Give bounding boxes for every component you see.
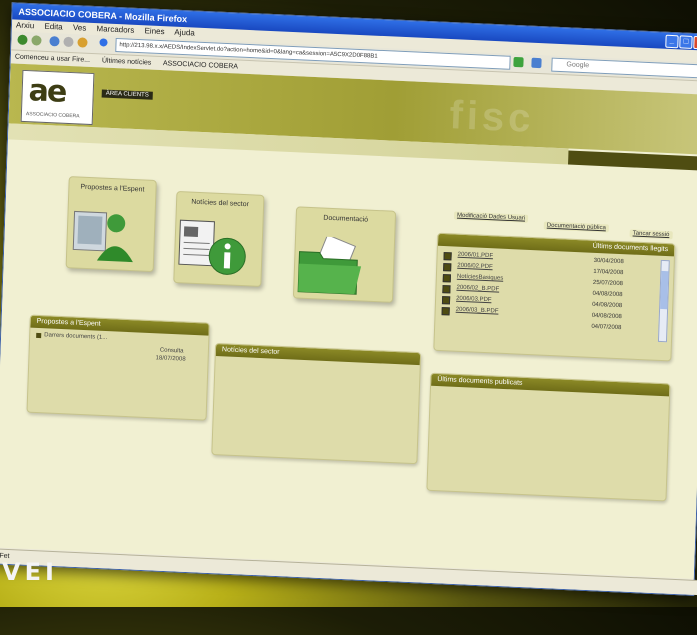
doc-icon bbox=[442, 274, 451, 283]
doc-name[interactable]: 2006/02_B.PDF bbox=[456, 285, 499, 293]
header-watermark: fisc bbox=[448, 93, 536, 141]
reload-icon[interactable] bbox=[49, 36, 60, 47]
search-engine-icon[interactable] bbox=[531, 57, 542, 69]
doc-name[interactable]: 2006/02.PDF bbox=[457, 263, 493, 271]
menu-item-edit[interactable]: Edita bbox=[44, 22, 63, 32]
doc-date: 04/07/2008 bbox=[591, 323, 622, 332]
tile-noticies[interactable]: Notícies del sector bbox=[173, 190, 265, 287]
doc-name[interactable]: 2006/01.PDF bbox=[458, 252, 494, 260]
doc-date: 04/08/2008 bbox=[592, 301, 623, 310]
back-icon[interactable] bbox=[17, 34, 28, 46]
doc-icon bbox=[443, 252, 452, 261]
doc-name[interactable]: 2006/03.PDF bbox=[456, 296, 492, 304]
tile-documentacio-label: Documentació bbox=[323, 214, 369, 224]
logo-subtitle: ASSOCIACIO COBERA bbox=[25, 111, 80, 120]
browser-window: ASSOCIACIO COBERA - Mozilla Firefox _ □ … bbox=[0, 2, 697, 596]
site-favicon-icon bbox=[99, 38, 108, 47]
panel-propostes: Propostes a l'Espent Darrers documents (… bbox=[26, 314, 210, 421]
doc-icon bbox=[443, 263, 452, 272]
link-modify-user-data[interactable]: Modificació Dades Usuari bbox=[453, 211, 529, 223]
close-button[interactable]: × bbox=[693, 35, 697, 50]
menu-item-bookmarks[interactable]: Marcadors bbox=[96, 24, 134, 35]
page-content: ae ASSOCIACIO COBERA ÀREA CLIENTS fisc P… bbox=[0, 63, 697, 579]
doc-name[interactable]: NotíciesBasiques bbox=[457, 274, 504, 282]
propostes-entry-meta2: 18/07/2008 bbox=[155, 355, 186, 363]
propostes-entry[interactable]: Darrers documents (1... Consulta 18/07/2… bbox=[29, 328, 208, 376]
panel-noticies-title: Notícies del sector bbox=[215, 343, 421, 366]
menu-item-help[interactable]: Ajuda bbox=[174, 28, 195, 38]
doc-icon bbox=[36, 332, 42, 339]
search-input[interactable]: Google bbox=[551, 57, 697, 79]
panel-noticies: Notícies del sector bbox=[211, 342, 422, 465]
propostes-entry-meta1: Consulta bbox=[159, 347, 184, 355]
panel-last-docs-read: Últims documents llegits 2006/01.PDF 30/0… bbox=[433, 232, 676, 362]
person-screen-icon bbox=[72, 210, 133, 263]
logo-mark: ae bbox=[28, 73, 66, 110]
doc-icon bbox=[442, 285, 451, 294]
client-area-button[interactable]: ÀREA CLIENTS bbox=[101, 89, 153, 100]
doc-icon bbox=[441, 307, 450, 316]
minimize-button[interactable]: _ bbox=[665, 34, 679, 49]
stop-icon[interactable] bbox=[63, 36, 74, 48]
doc-icon bbox=[441, 296, 451, 305]
doc-name[interactable]: 2006/03_B.PDF bbox=[456, 307, 499, 315]
go-button[interactable] bbox=[513, 56, 524, 68]
forward-icon[interactable] bbox=[31, 35, 42, 46]
overlay-caption: VEI bbox=[2, 558, 58, 586]
news-info-icon bbox=[178, 219, 246, 275]
home-icon[interactable] bbox=[77, 37, 88, 48]
doc-date: 04/08/2008 bbox=[591, 312, 622, 321]
header-darkbar bbox=[567, 150, 697, 171]
menu-item-go[interactable]: Ves bbox=[73, 23, 87, 33]
doc-date: 30/04/2008 bbox=[593, 257, 624, 266]
doc-date: 04/08/2008 bbox=[592, 290, 623, 299]
bookmark-item[interactable]: ASSOCIACIO COBERA bbox=[163, 60, 238, 70]
panel-published-docs: Últims documents publicats bbox=[426, 372, 671, 502]
tilted-screenshot-stage: ASSOCIACIO COBERA - Mozilla Firefox _ □ … bbox=[0, 0, 697, 634]
tile-propostes-label: Propostes a l'Espent bbox=[80, 183, 145, 194]
site-logo[interactable]: ae ASSOCIACIO COBERA bbox=[20, 69, 95, 126]
menu-item-tools[interactable]: Eines bbox=[144, 26, 164, 36]
doc-date: 25/07/2008 bbox=[592, 279, 624, 288]
scrollbar-thumb[interactable] bbox=[660, 270, 669, 310]
panel-published-docs-title: Últims documents publicats bbox=[431, 373, 670, 397]
bookmark-item[interactable]: Comenceu a usar Fire... bbox=[15, 53, 90, 63]
link-logout[interactable]: Tancar sessió bbox=[629, 229, 673, 240]
propostes-entry-title[interactable]: Darrers documents (1... bbox=[44, 332, 107, 341]
menu-item-file[interactable]: Arxiu bbox=[16, 20, 35, 30]
tile-noticies-label: Notícies del sector bbox=[191, 198, 250, 209]
tile-documentacio[interactable]: Documentació bbox=[292, 206, 397, 303]
doc-date: 17/04/2008 bbox=[593, 268, 624, 277]
maximize-button[interactable]: □ bbox=[679, 35, 693, 49]
bookmark-item[interactable]: Últimes notícies bbox=[102, 57, 152, 66]
link-public-docs[interactable]: Documentació pública bbox=[543, 221, 610, 233]
folder-icon bbox=[297, 235, 362, 295]
tile-propostes[interactable]: Propostes a l'Espent bbox=[65, 176, 157, 273]
doc-list: 2006/01.PDF 30/04/2008 2006/02.PDF 17/04/2… bbox=[435, 246, 674, 342]
